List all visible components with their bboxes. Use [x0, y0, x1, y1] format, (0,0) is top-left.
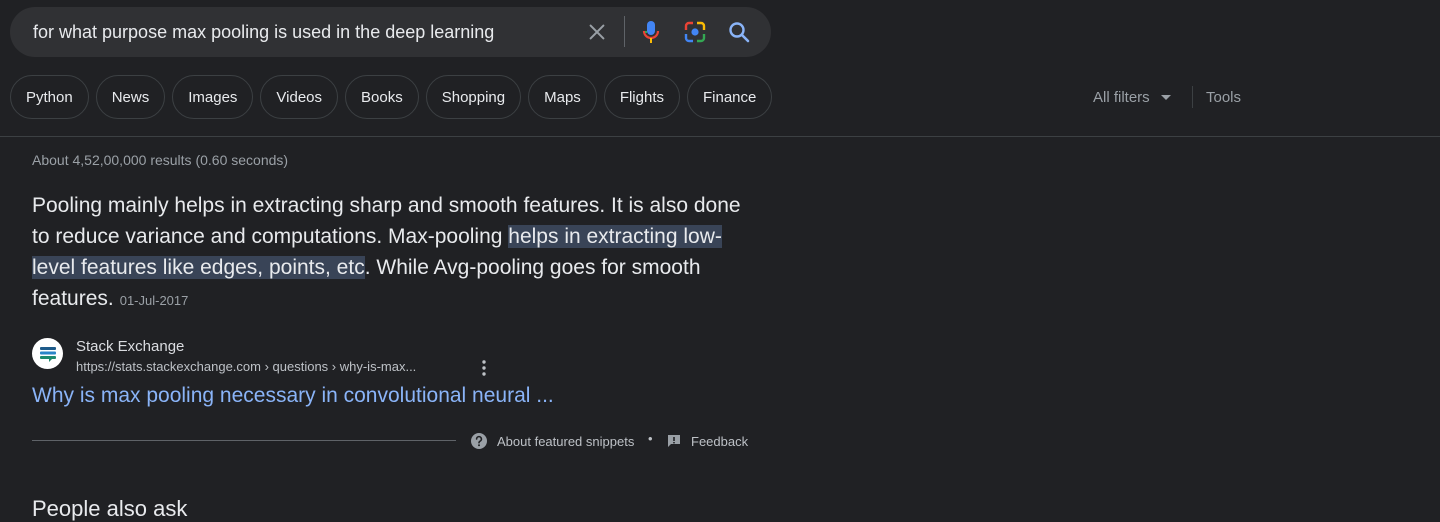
search-bar-divider: [624, 16, 625, 47]
tools-button[interactable]: Tools: [1206, 85, 1241, 109]
search-icon: [729, 22, 750, 43]
close-icon: [589, 24, 605, 40]
search-button[interactable]: [723, 16, 755, 48]
chip-books[interactable]: Books: [345, 75, 419, 119]
snippet-source[interactable]: Stack Exchange https://stats.stackexchan…: [32, 338, 486, 376]
filter-divider: [1192, 86, 1193, 108]
lens-search-button[interactable]: [679, 16, 711, 48]
search-input[interactable]: [33, 7, 573, 57]
chip-videos[interactable]: Videos: [260, 75, 339, 119]
result-title-link[interactable]: Why is max pooling necessary in convolut…: [32, 384, 554, 408]
source-text: Stack Exchange https://stats.stackexchan…: [76, 338, 486, 378]
people-also-ask-heading: People also ask: [32, 496, 188, 521]
voice-search-button[interactable]: [635, 16, 667, 48]
stack-exchange-favicon: [32, 338, 63, 369]
featured-snippet-text: Pooling mainly helps in extracting sharp…: [32, 190, 752, 316]
footer-separator: •: [648, 431, 653, 446]
chip-news[interactable]: News: [95, 75, 166, 119]
search-bar: [10, 7, 771, 57]
clear-search-button[interactable]: [581, 16, 613, 48]
tools-label: Tools: [1206, 88, 1242, 106]
more-vert-icon: [482, 360, 486, 376]
stack-exchange-icon: [39, 346, 56, 362]
chip-maps[interactable]: Maps: [528, 75, 597, 119]
source-name: Stack Exchange: [76, 338, 185, 355]
feedback-icon: [668, 435, 680, 447]
all-filters-button[interactable]: All filters: [1093, 85, 1176, 109]
help-icon: [471, 433, 487, 449]
source-url: https://stats.stackexchange.com › questi…: [76, 359, 417, 374]
chip-python[interactable]: Python: [10, 75, 89, 119]
about-featured-snippets-button[interactable]: About featured snippets: [470, 431, 634, 451]
all-filters-label: All filters: [1093, 88, 1150, 106]
result-stats: About 4,52,00,000 results (0.60 seconds): [32, 152, 289, 168]
more-options-button[interactable]: [476, 359, 492, 377]
about-featured-snippets-label: About featured snippets: [497, 433, 635, 449]
chip-flights[interactable]: Flights: [603, 75, 680, 119]
snippet-footer-divider: [32, 440, 456, 441]
header-divider: [0, 136, 1440, 137]
search-filter-chips: Python News Images Videos Books Shopping…: [10, 75, 773, 119]
chip-shopping[interactable]: Shopping: [425, 75, 522, 119]
chip-images[interactable]: Images: [172, 75, 254, 119]
google-lens-icon: [684, 21, 706, 43]
microphone-icon: [642, 21, 660, 43]
feedback-button[interactable]: Feedback: [666, 431, 748, 451]
chip-finance[interactable]: Finance: [687, 75, 773, 119]
snippet-date: 01-Jul-2017: [119, 293, 189, 308]
caret-down-icon: [1160, 95, 1171, 100]
feedback-label: Feedback: [691, 433, 749, 449]
